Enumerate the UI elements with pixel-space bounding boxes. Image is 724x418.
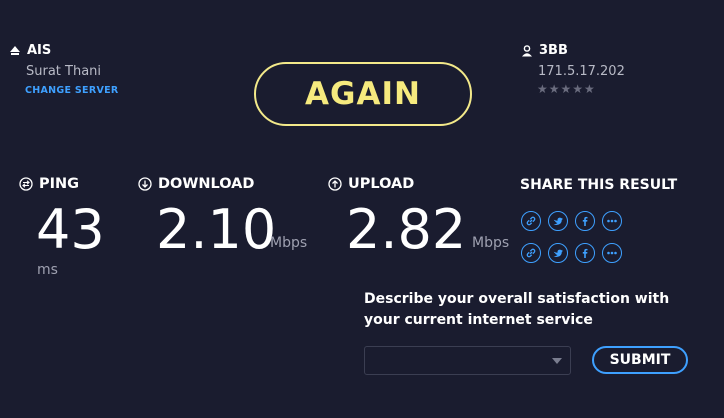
survey-question: Describe your overall satisfaction with … [364, 291, 670, 328]
share-more-button[interactable] [602, 211, 622, 231]
rating-stars[interactable]: ★★★★★ [537, 82, 625, 96]
upload-label: UPLOAD [348, 176, 415, 192]
ping-icon [19, 177, 33, 191]
share-facebook-button[interactable] [575, 211, 595, 231]
twitter-icon [553, 249, 563, 257]
ping-unit: ms [37, 262, 58, 278]
provider-name: 3BB [539, 43, 568, 58]
download-icon [138, 177, 152, 191]
more-icon [607, 219, 617, 223]
upload-icon [328, 177, 342, 191]
ping-metric: PING [19, 176, 79, 192]
share-twitter-button[interactable] [548, 211, 568, 231]
client-ip: 171.5.17.202 [538, 64, 625, 79]
change-server-link[interactable]: CHANGE SERVER [25, 85, 119, 96]
facebook-icon [582, 248, 588, 258]
submit-button[interactable]: SUBMIT [592, 346, 688, 374]
chevron-down-icon [552, 358, 562, 364]
share-facebook-button[interactable] [575, 243, 595, 263]
again-button[interactable]: AGAIN [254, 62, 472, 126]
satisfaction-select[interactable] [364, 346, 571, 375]
share-buttons [521, 211, 622, 263]
isp-name: AIS [27, 43, 52, 58]
client-info: 3BB 171.5.17.202 ★★★★★ [521, 43, 625, 96]
network-icon [10, 45, 20, 55]
download-label: DOWNLOAD [158, 176, 255, 192]
link-icon [526, 216, 536, 226]
twitter-icon [553, 217, 563, 225]
link-icon [526, 248, 536, 258]
ping-label: PING [39, 176, 80, 192]
facebook-icon [582, 216, 588, 226]
share-link-button[interactable] [521, 211, 541, 231]
share-twitter-button[interactable] [548, 243, 568, 263]
upload-value: 2.82 [346, 198, 467, 261]
share-title: SHARE THIS RESULT [520, 177, 678, 193]
ping-value: 43 [36, 198, 105, 261]
more-icon [607, 251, 617, 255]
upload-metric: UPLOAD [328, 176, 414, 192]
share-link-button[interactable] [521, 243, 541, 263]
share-more-button[interactable] [602, 243, 622, 263]
server-location: Surat Thani [26, 64, 102, 79]
server-info: AIS Surat Thani CHANGE SERVER [9, 43, 119, 96]
download-unit: Mbps [270, 235, 308, 251]
user-icon [522, 44, 532, 56]
upload-unit: Mbps [472, 235, 510, 251]
download-value: 2.10 [156, 198, 277, 261]
download-metric: DOWNLOAD [138, 176, 254, 192]
